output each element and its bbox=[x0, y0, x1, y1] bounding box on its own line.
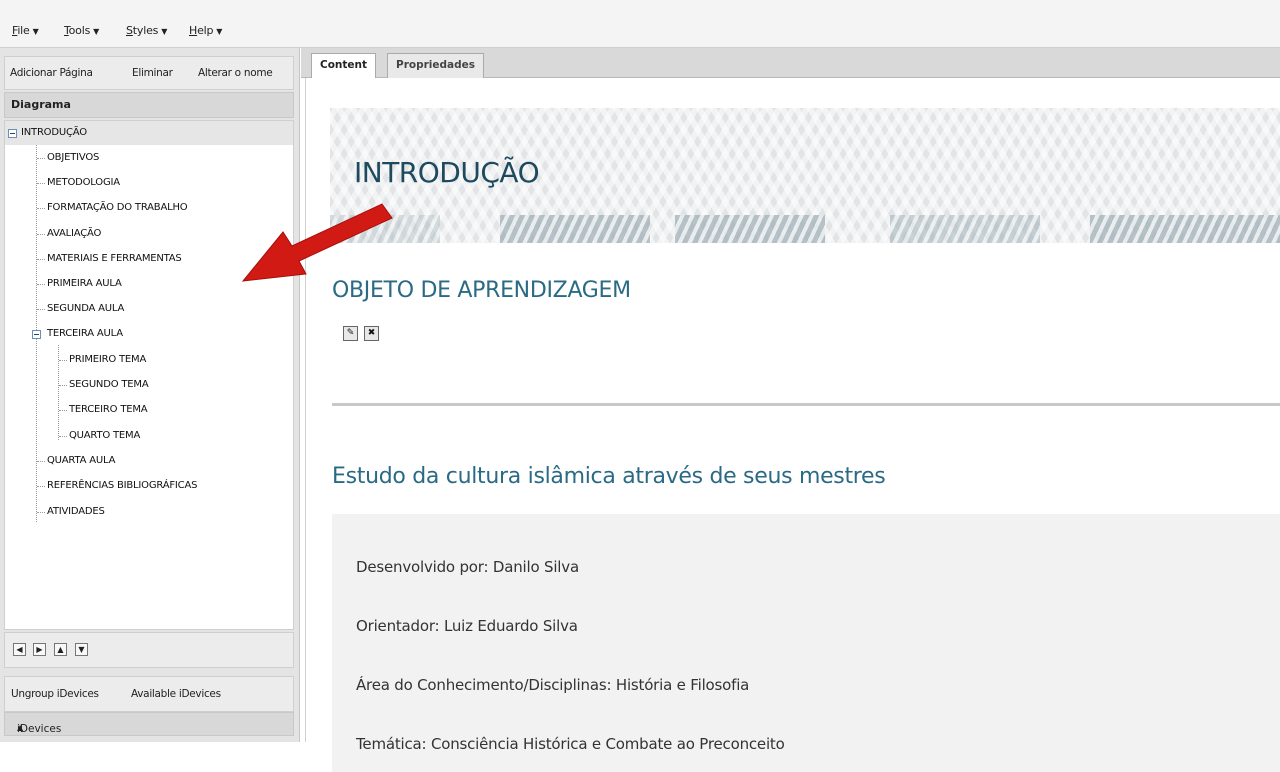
tree-line bbox=[37, 309, 45, 310]
idevices-toolbar: Ungroup iDevices Available iDevices bbox=[4, 676, 294, 712]
idevices-title: iDevices bbox=[17, 723, 62, 735]
tree-node-referencias[interactable]: REFERÊNCIAS BIBLIOGRÁFICAS bbox=[47, 480, 197, 491]
tree-line bbox=[59, 410, 67, 411]
tree-line bbox=[37, 234, 45, 235]
tree-line bbox=[59, 360, 67, 361]
tree-node-objetivos[interactable]: OBJETIVOS bbox=[47, 152, 99, 163]
tab-content[interactable]: Content bbox=[311, 53, 377, 79]
idevice-title: OBJETO DE APRENDIZAGEM bbox=[332, 278, 631, 303]
info-line-author: Desenvolvido por: Danilo Silva bbox=[356, 558, 579, 576]
chevron-down-icon: ▼ bbox=[161, 27, 168, 36]
delete-icon[interactable]: ✖ bbox=[364, 326, 379, 341]
menu-file[interactable]: File ▼ bbox=[12, 24, 39, 37]
tree-node-avaliacao[interactable]: AVALIAÇÃO bbox=[47, 228, 101, 239]
tree-line bbox=[37, 208, 45, 209]
chevron-down-icon: ▼ bbox=[216, 27, 223, 36]
chevron-down-icon: ▼ bbox=[32, 27, 39, 36]
info-box: Desenvolvido por: Danilo Silva Orientado… bbox=[332, 514, 1280, 772]
page-title: INTRODUÇÃO bbox=[354, 156, 540, 189]
tree-line bbox=[59, 385, 67, 386]
node-move-toolbar: ◀ ▶ ▲ ▼ bbox=[4, 632, 294, 668]
outline-panel: Adicionar Página Eliminar Alterar o nome… bbox=[0, 48, 300, 742]
tree-node-primeira-aula[interactable]: PRIMEIRA AULA bbox=[47, 278, 122, 289]
diagram-title: Diagrama bbox=[11, 98, 71, 111]
tree-line bbox=[37, 284, 45, 285]
tab-properties[interactable]: Propriedades bbox=[387, 53, 484, 78]
tree-line bbox=[37, 259, 45, 260]
tree-node-quarta-aula[interactable]: QUARTA AULA bbox=[47, 455, 115, 466]
rename-page-button[interactable]: Alterar o nome bbox=[198, 67, 273, 79]
tree-node-formatacao[interactable]: FORMATAÇÃO DO TRABALHO bbox=[47, 202, 188, 213]
move-left-icon[interactable]: ◀ bbox=[13, 643, 26, 656]
tree-node-atividades[interactable]: ATIVIDADES bbox=[47, 506, 105, 517]
tree-node-terceira-aula[interactable]: TERCEIRA AULA bbox=[47, 328, 123, 339]
page-header-banner: INTRODUÇÃO bbox=[330, 108, 1280, 243]
outline-toolbar: Adicionar Página Eliminar Alterar o nome bbox=[4, 56, 294, 90]
move-up-icon[interactable]: ▲ bbox=[54, 643, 67, 656]
tree-line bbox=[59, 436, 67, 437]
editor-panel: Content Propriedades INTRODUÇÃO OBJETO D… bbox=[301, 48, 1280, 772]
content-frame: INTRODUÇÃO OBJETO DE APRENDIZAGEM ✎ ✖ Es… bbox=[305, 78, 1280, 772]
tree-line bbox=[37, 486, 45, 487]
collapse-icon[interactable] bbox=[32, 330, 41, 339]
tree-node-terceiro-tema[interactable]: TERCEIRO TEMA bbox=[69, 404, 148, 415]
tree-node-metodologia[interactable]: METODOLOGIA bbox=[47, 177, 120, 188]
tree-line bbox=[37, 183, 45, 184]
content-heading: Estudo da cultura islâmica através de se… bbox=[332, 464, 886, 489]
info-line-advisor: Orientador: Luiz Eduardo Silva bbox=[356, 617, 578, 635]
edit-icon[interactable]: ✎ bbox=[343, 326, 358, 341]
menu-help[interactable]: Help ▼ bbox=[189, 24, 222, 37]
idevice-divider bbox=[332, 403, 1280, 406]
tab-bar: Content Propriedades bbox=[301, 48, 1280, 79]
tree-line bbox=[37, 158, 45, 159]
menubar: File ▼ Tools ▼ Styles ▼ Help ▼ bbox=[0, 0, 1280, 48]
diagram-header: Diagrama bbox=[4, 92, 294, 118]
tree-line bbox=[37, 512, 45, 513]
tree-node-root[interactable]: INTRODUÇÃO bbox=[5, 121, 293, 145]
add-page-button[interactable]: Adicionar Página bbox=[10, 67, 93, 79]
tree-node-segunda-aula[interactable]: SEGUNDA AULA bbox=[47, 303, 124, 314]
tree-node-quarto-tema[interactable]: QUARTO TEMA bbox=[69, 430, 140, 441]
tree-node-materiais[interactable]: MATERIAIS E FERRAMENTAS bbox=[47, 253, 182, 264]
tree-line bbox=[37, 461, 45, 462]
info-line-area: Área do Conhecimento/Disciplinas: Histór… bbox=[356, 676, 750, 694]
available-idevices-button[interactable]: Available iDevices bbox=[131, 688, 221, 700]
tree-node-primeiro-tema[interactable]: PRIMEIRO TEMA bbox=[69, 354, 146, 365]
menu-styles[interactable]: Styles ▼ bbox=[126, 24, 167, 37]
chevron-down-icon: ▼ bbox=[93, 27, 100, 36]
outline-tree: INTRODUÇÃO OBJETIVOS METODOLOGIA FORMATA… bbox=[4, 120, 294, 630]
delete-page-button[interactable]: Eliminar bbox=[132, 67, 173, 79]
chevron-up-icon: ▲ bbox=[17, 723, 24, 732]
menu-tools[interactable]: Tools ▼ bbox=[64, 24, 99, 37]
idevices-panel-header[interactable]: iDevices ▲ bbox=[4, 712, 294, 736]
move-right-icon[interactable]: ▶ bbox=[33, 643, 46, 656]
tree-node-segundo-tema[interactable]: SEGUNDO TEMA bbox=[69, 379, 149, 390]
info-line-theme: Temática: Consciência Histórica e Combat… bbox=[356, 735, 785, 753]
collapse-icon[interactable] bbox=[8, 129, 17, 138]
ungroup-idevices-button[interactable]: Ungroup iDevices bbox=[11, 688, 99, 700]
move-down-icon[interactable]: ▼ bbox=[75, 643, 88, 656]
